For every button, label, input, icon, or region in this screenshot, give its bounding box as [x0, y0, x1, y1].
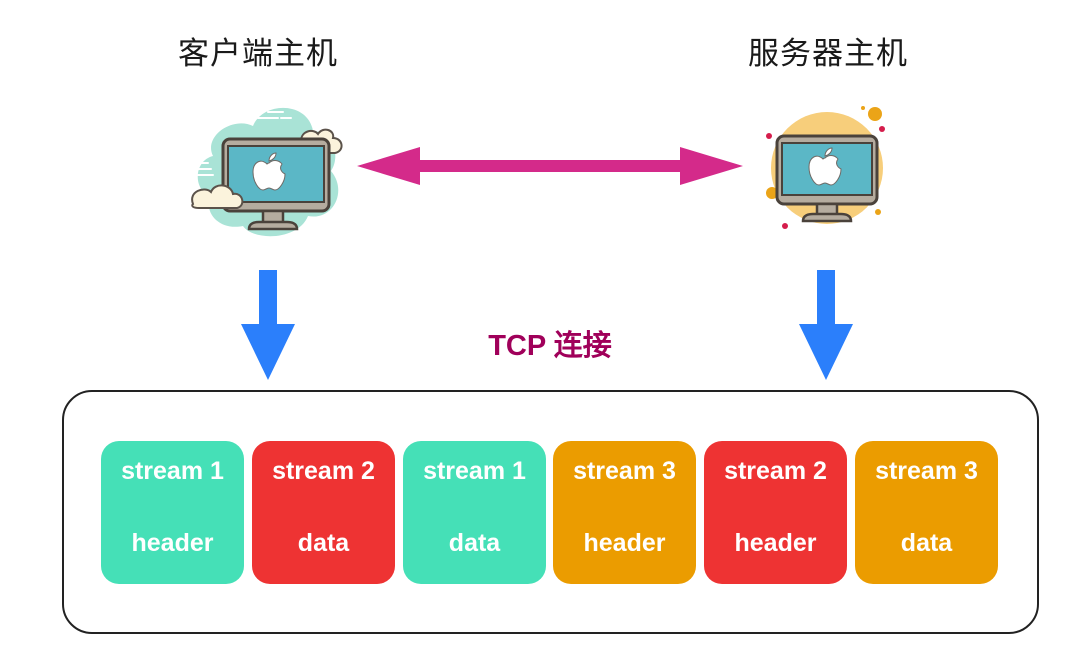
frame-type-label: data	[448, 529, 501, 557]
tcp-connection-label: TCP 连接	[488, 330, 612, 362]
frame-type-label: data	[900, 529, 953, 557]
server-computer-circle-icon	[766, 106, 885, 229]
frame-type-label: header	[734, 529, 817, 557]
frame-stream-label: stream 1	[121, 457, 224, 485]
frame-box: stream 1 header	[101, 441, 244, 584]
frame-box: stream 2 header	[704, 441, 847, 584]
frame-type-label: header	[131, 529, 214, 557]
frame-box: stream 3 data	[855, 441, 998, 584]
frame-stream-label: stream 3	[573, 457, 676, 485]
frame-type-label: data	[297, 529, 350, 557]
frame-stream-label: stream 3	[875, 457, 978, 485]
down-arrow-icon	[241, 270, 295, 380]
frame-stream-label: stream 2	[724, 457, 827, 485]
client-host-title: 客户端主机	[178, 36, 338, 72]
frame-stream-label: stream 2	[272, 457, 375, 485]
frame-box: stream 3 header	[553, 441, 696, 584]
frame-type-label: header	[583, 529, 666, 557]
frame-box: stream 2 data	[252, 441, 395, 584]
frame-box: stream 1 data	[403, 441, 546, 584]
down-arrow-icon	[799, 270, 853, 380]
frame-stream-label: stream 1	[423, 457, 526, 485]
bidirectional-arrow-icon	[357, 147, 743, 185]
client-computer-cloud-icon	[190, 107, 343, 237]
server-host-title: 服务器主机	[748, 36, 908, 72]
bidirectional-arrow-shape	[357, 147, 743, 185]
